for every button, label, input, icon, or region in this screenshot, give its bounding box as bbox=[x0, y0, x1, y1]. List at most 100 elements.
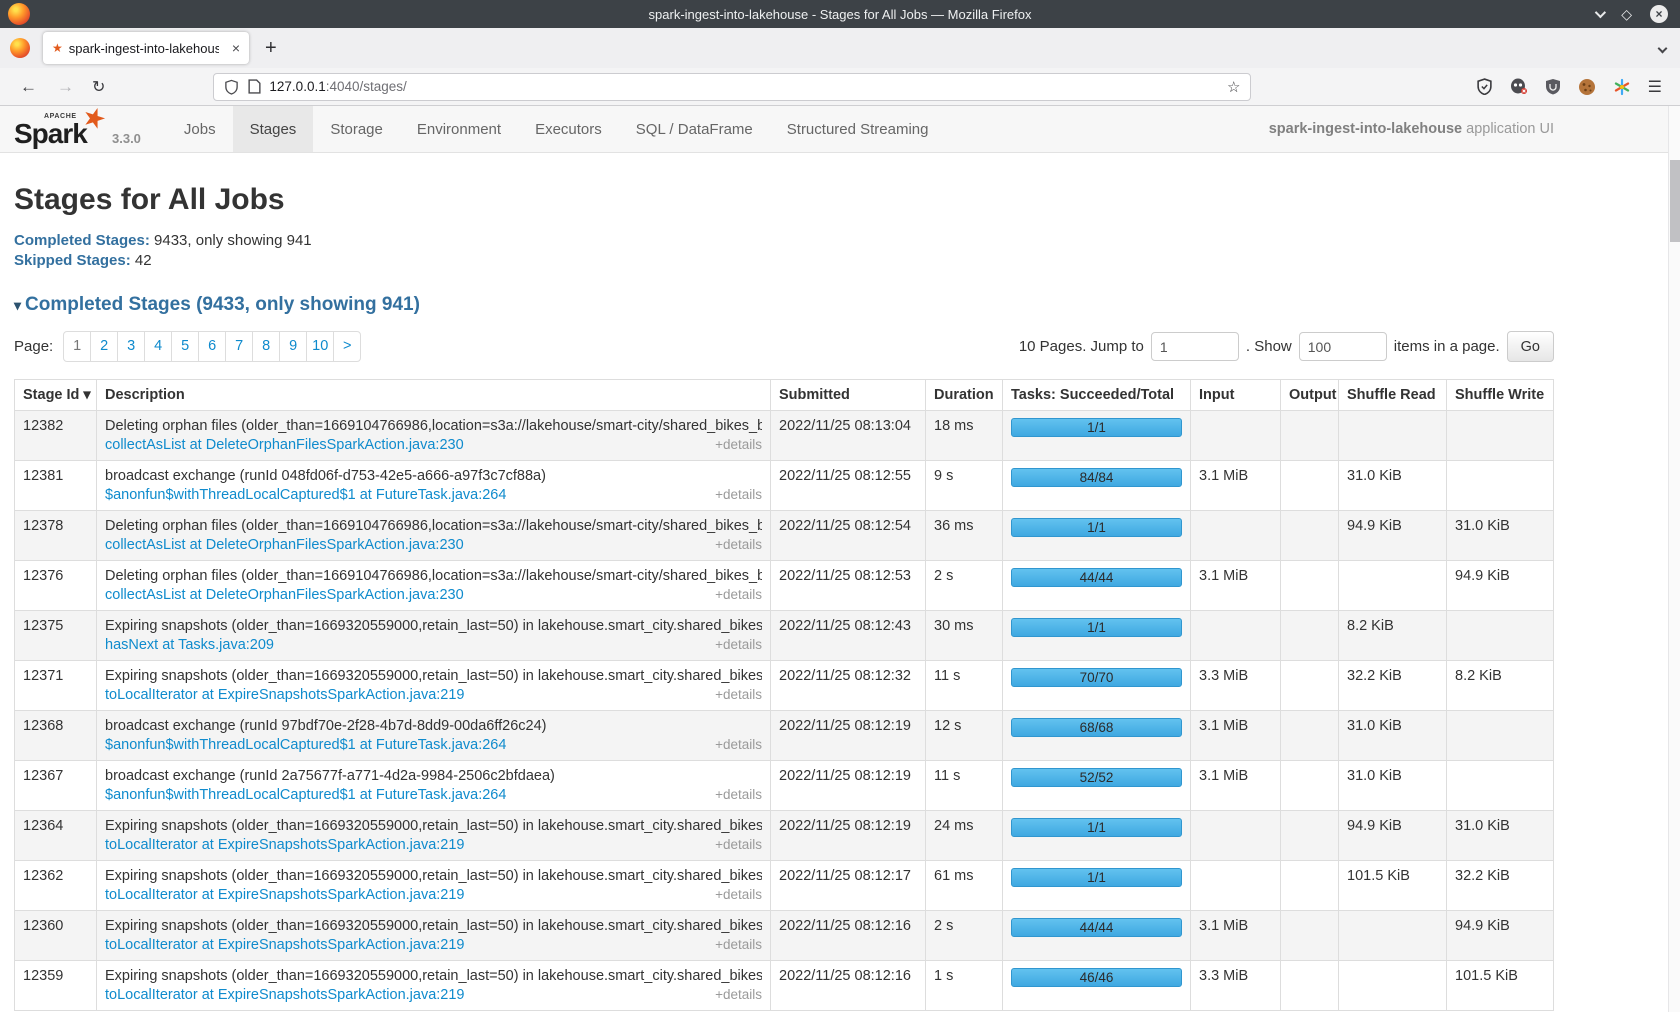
nav-item-executors[interactable]: Executors bbox=[518, 106, 619, 152]
browser-tab[interactable]: ★ spark-ingest-into-lakehous × bbox=[43, 32, 249, 64]
details-toggle[interactable]: +details bbox=[715, 887, 762, 902]
colorful-asterisk-extension-icon[interactable] bbox=[1613, 78, 1631, 96]
jump-to-input[interactable] bbox=[1151, 332, 1239, 361]
ublock-shield-icon[interactable] bbox=[1545, 78, 1561, 95]
page-button-4[interactable]: 4 bbox=[144, 331, 172, 362]
details-toggle[interactable]: +details bbox=[715, 437, 762, 452]
details-toggle[interactable]: +details bbox=[715, 587, 762, 602]
shuffle-write-cell bbox=[1447, 761, 1554, 811]
details-toggle[interactable]: +details bbox=[715, 787, 762, 802]
page-button-1[interactable]: 1 bbox=[63, 331, 91, 362]
output-cell bbox=[1281, 811, 1339, 861]
stage-id-cell: 12359 bbox=[15, 961, 97, 1011]
page-button-9[interactable]: 9 bbox=[279, 331, 307, 362]
tasks-cell: 44/44 bbox=[1003, 911, 1191, 961]
stage-description: broadcast exchange (runId 048fd06f-d753-… bbox=[105, 468, 762, 484]
nav-item-jobs[interactable]: Jobs bbox=[167, 106, 233, 152]
stage-callsite-link[interactable]: toLocalIterator at ExpireSnapshotsSparkA… bbox=[105, 887, 465, 903]
tab-close-icon[interactable]: × bbox=[232, 40, 240, 56]
menu-icon[interactable]: ☰ bbox=[1648, 77, 1662, 97]
page-button-2[interactable]: 2 bbox=[90, 331, 118, 362]
chevron-down-icon bbox=[1595, 7, 1606, 18]
shuffle-write-cell: 31.0 KiB bbox=[1447, 511, 1554, 561]
window-minimize-button[interactable] bbox=[1595, 5, 1603, 23]
details-toggle[interactable]: +details bbox=[715, 487, 762, 502]
output-cell bbox=[1281, 711, 1339, 761]
reload-button[interactable]: ↻ bbox=[92, 77, 105, 97]
column-duration[interactable]: Duration bbox=[926, 380, 1003, 411]
column-shuffle-read[interactable]: Shuffle Read bbox=[1339, 380, 1447, 411]
next-page-button[interactable]: > bbox=[333, 331, 361, 362]
shuffle-read-cell: 32.2 KiB bbox=[1339, 661, 1447, 711]
column-shuffle-write[interactable]: Shuffle Write bbox=[1447, 380, 1554, 411]
column-description[interactable]: Description bbox=[97, 380, 771, 411]
duration-cell: 18 ms bbox=[926, 411, 1003, 461]
stage-callsite-link[interactable]: collectAsList at DeleteOrphanFilesSparkA… bbox=[105, 537, 464, 553]
details-toggle[interactable]: +details bbox=[715, 987, 762, 1002]
input-cell: 3.1 MiB bbox=[1191, 761, 1281, 811]
shuffle-write-cell bbox=[1447, 611, 1554, 661]
url-bar[interactable]: 127.0.0.1:4040/stages/ ☆ bbox=[213, 73, 1251, 101]
scrollbar-thumb[interactable] bbox=[1670, 160, 1680, 242]
page-info-icon[interactable] bbox=[248, 79, 261, 94]
details-toggle[interactable]: +details bbox=[715, 687, 762, 702]
tasks-cell: 1/1 bbox=[1003, 861, 1191, 911]
column-input[interactable]: Input bbox=[1191, 380, 1281, 411]
nav-item-sql-dataframe[interactable]: SQL / DataFrame bbox=[619, 106, 770, 152]
cookie-icon[interactable] bbox=[1578, 78, 1596, 96]
stage-callsite-link[interactable]: $anonfun$withThreadLocalCaptured$1 at Fu… bbox=[105, 737, 506, 753]
items-per-page-input[interactable] bbox=[1299, 332, 1387, 361]
details-toggle[interactable]: +details bbox=[715, 737, 762, 752]
mask-extension-icon[interactable] bbox=[1510, 78, 1528, 95]
items-in-page-label: items in a page. bbox=[1394, 338, 1500, 355]
go-button[interactable]: Go bbox=[1507, 331, 1554, 362]
details-toggle[interactable]: +details bbox=[715, 537, 762, 552]
stage-callsite-link[interactable]: toLocalIterator at ExpireSnapshotsSparkA… bbox=[105, 937, 465, 953]
stage-callsite-link[interactable]: hasNext at Tasks.java:209 bbox=[105, 637, 274, 653]
nav-item-structured-streaming[interactable]: Structured Streaming bbox=[770, 106, 946, 152]
stage-callsite-link[interactable]: toLocalIterator at ExpireSnapshotsSparkA… bbox=[105, 987, 465, 1003]
page-button-8[interactable]: 8 bbox=[252, 331, 280, 362]
shuffle-write-cell bbox=[1447, 411, 1554, 461]
skipped-stages-label[interactable]: Skipped Stages: bbox=[14, 252, 131, 269]
firefox-icon[interactable] bbox=[10, 38, 30, 58]
input-cell: 3.1 MiB bbox=[1191, 711, 1281, 761]
details-toggle[interactable]: +details bbox=[715, 937, 762, 952]
column-output[interactable]: Output bbox=[1281, 380, 1339, 411]
column-tasks[interactable]: Tasks: Succeeded/Total bbox=[1003, 380, 1191, 411]
back-button[interactable]: ← bbox=[20, 77, 37, 97]
nav-item-storage[interactable]: Storage bbox=[313, 106, 400, 152]
table-row: 12362 Expiring snapshots (older_than=166… bbox=[15, 861, 1554, 911]
stage-callsite-link[interactable]: toLocalIterator at ExpireSnapshotsSparkA… bbox=[105, 837, 465, 853]
page-button-3[interactable]: 3 bbox=[117, 331, 145, 362]
stage-callsite-link[interactable]: $anonfun$withThreadLocalCaptured$1 at Fu… bbox=[105, 787, 506, 803]
page-button-6[interactable]: 6 bbox=[198, 331, 226, 362]
stage-callsite-link[interactable]: collectAsList at DeleteOrphanFilesSparkA… bbox=[105, 587, 464, 603]
completed-stages-label[interactable]: Completed Stages: bbox=[14, 232, 150, 249]
submitted-cell: 2022/11/25 08:13:04 bbox=[771, 411, 926, 461]
spark-logo[interactable]: APACHE Spark ★ bbox=[14, 109, 106, 152]
completed-stages-section-header[interactable]: ▾Completed Stages (9433, only showing 94… bbox=[14, 294, 1554, 316]
page-button-10[interactable]: 10 bbox=[306, 331, 334, 362]
page-scrollbar[interactable] bbox=[1668, 106, 1680, 1012]
list-tabs-button[interactable] bbox=[1659, 39, 1666, 57]
new-tab-button[interactable]: + bbox=[265, 38, 277, 58]
details-toggle[interactable]: +details bbox=[715, 837, 762, 852]
column-stage-id[interactable]: Stage Id ▾ bbox=[15, 380, 97, 411]
stage-callsite-link[interactable]: $anonfun$withThreadLocalCaptured$1 at Fu… bbox=[105, 487, 506, 503]
shield-check-icon[interactable] bbox=[1476, 78, 1493, 95]
window-maximize-button[interactable]: ◇ bbox=[1621, 7, 1632, 21]
stage-description: Expiring snapshots (older_than=166932055… bbox=[105, 618, 762, 634]
column-submitted[interactable]: Submitted bbox=[771, 380, 926, 411]
stage-callsite-link[interactable]: toLocalIterator at ExpireSnapshotsSparkA… bbox=[105, 687, 465, 703]
bookmark-star-icon[interactable]: ☆ bbox=[1227, 78, 1240, 96]
shuffle-read-cell bbox=[1339, 961, 1447, 1011]
nav-item-environment[interactable]: Environment bbox=[400, 106, 518, 152]
stage-callsite-link[interactable]: collectAsList at DeleteOrphanFilesSparkA… bbox=[105, 437, 464, 453]
shield-icon[interactable] bbox=[224, 79, 239, 95]
details-toggle[interactable]: +details bbox=[715, 637, 762, 652]
window-close-button[interactable]: × bbox=[1650, 5, 1668, 23]
nav-item-stages[interactable]: Stages bbox=[233, 106, 314, 152]
page-button-5[interactable]: 5 bbox=[171, 331, 199, 362]
page-button-7[interactable]: 7 bbox=[225, 331, 253, 362]
